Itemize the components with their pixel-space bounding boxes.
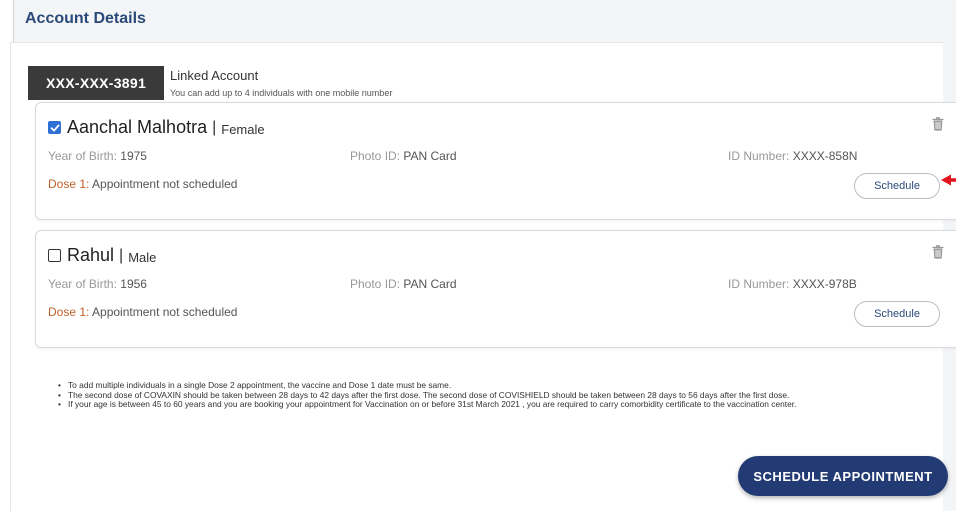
notes-list: To add multiple individuals in a single …: [58, 380, 956, 410]
note-item: If your age is between 45 to 60 years an…: [58, 399, 956, 410]
beneficiary-name: Aanchal Malhotra: [67, 117, 208, 137]
dose-label: Dose 1:: [48, 305, 90, 319]
beneficiary-gender: Female: [221, 121, 265, 137]
photo-id-label: Photo ID:: [350, 149, 401, 163]
id-number-label: ID Number:: [728, 149, 790, 163]
beneficiary-gender: Male: [128, 249, 157, 265]
name-separator: |: [119, 246, 124, 264]
yob-value: 1975: [120, 149, 147, 163]
dose-label: Dose 1:: [48, 177, 90, 191]
photo-id: Photo ID: PAN Card: [350, 149, 457, 163]
id-number-value: XXXX-978B: [792, 277, 857, 291]
red-arrow-icon: [941, 174, 956, 186]
id-number: ID Number: XXXX-978B: [728, 277, 857, 291]
photo-id-value: PAN Card: [403, 277, 457, 291]
year-of-birth: Year of Birth: 1956: [48, 277, 147, 291]
id-number: ID Number: XXXX-858N: [728, 149, 857, 163]
beneficiary-checkbox[interactable]: [48, 249, 61, 262]
beneficiary-name-row: Rahul | Male: [48, 245, 156, 266]
yob-label: Year of Birth:: [48, 149, 117, 163]
linked-account-subtitle: You can add up to 4 individuals with one…: [170, 88, 393, 98]
dose-status-text: Appointment not scheduled: [92, 177, 238, 191]
check-icon: [50, 124, 59, 131]
dose-status: Dose 1: Appointment not scheduled: [48, 305, 237, 319]
id-number-value: XXXX-858N: [792, 149, 858, 163]
dose-status-text: Appointment not scheduled: [92, 305, 238, 319]
photo-id: Photo ID: PAN Card: [350, 277, 457, 291]
yob-label: Year of Birth:: [48, 277, 117, 291]
page-title: Account Details: [25, 10, 146, 27]
beneficiary-name-row: Aanchal Malhotra | Female: [48, 117, 265, 138]
account-number-badge: XXX-XXX-3891: [28, 66, 164, 100]
yob-value: 1956: [120, 277, 147, 291]
schedule-button[interactable]: Schedule: [854, 173, 940, 199]
trash-icon[interactable]: [932, 117, 944, 131]
photo-id-value: PAN Card: [403, 149, 457, 163]
year-of-birth: Year of Birth: 1975: [48, 149, 147, 163]
trash-icon[interactable]: [932, 245, 944, 259]
photo-id-label: Photo ID:: [350, 277, 401, 291]
dose-status: Dose 1: Appointment not scheduled: [48, 177, 237, 191]
id-number-label: ID Number:: [728, 277, 790, 291]
linked-account-label: Linked Account: [170, 68, 259, 83]
beneficiary-name: Rahul: [67, 245, 115, 265]
beneficiary-checkbox[interactable]: [48, 121, 61, 134]
beneficiary-card: Rahul | Male Year of Birth: 1956 Photo I…: [35, 230, 956, 348]
schedule-button[interactable]: Schedule: [854, 301, 940, 327]
name-separator: |: [212, 118, 217, 136]
schedule-appointment-button[interactable]: SCHEDULE APPOINTMENT: [738, 456, 948, 496]
beneficiary-card: Aanchal Malhotra | Female Year of Birth:…: [35, 102, 956, 220]
